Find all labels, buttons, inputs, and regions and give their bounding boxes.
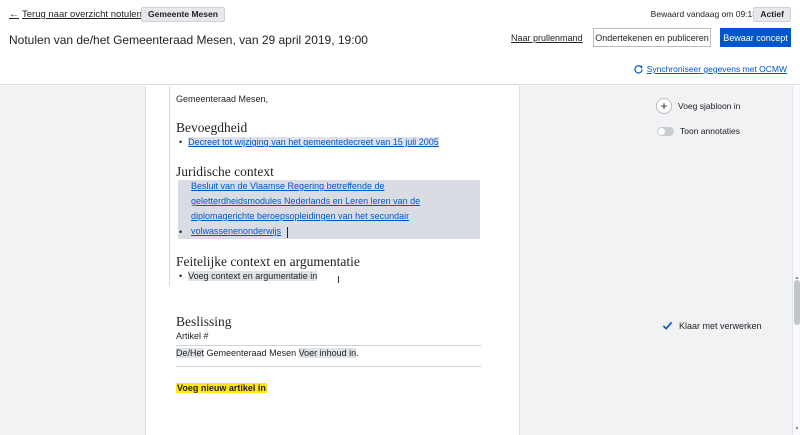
text-caret: [287, 227, 288, 238]
status-badge: Actief: [753, 7, 791, 22]
divider: [176, 345, 481, 346]
list-item: • Decreet tot wijziging van het gemeente…: [179, 137, 439, 147]
toggle-knob: [658, 127, 665, 135]
article-content-placeholder[interactable]: Voer inhoud in: [298, 348, 357, 358]
insert-template-button[interactable]: + Voeg sjabloon in: [656, 98, 740, 114]
finish-processing-button[interactable]: Klaar met verwerken: [662, 320, 762, 331]
article-council-name: Gemeenteraad Mesen: [206, 348, 297, 358]
insert-template-label: Voeg sjabloon in: [678, 101, 741, 111]
greeting-text[interactable]: Gemeenteraad Mesen,: [176, 94, 268, 104]
saved-status-text: Bewaard vandaag om 09:13: [650, 9, 757, 19]
heading-beslissing[interactable]: Beslissing: [176, 314, 232, 330]
trash-link[interactable]: Naar prullenmand: [511, 33, 583, 43]
back-link-label: Terug naar overzicht notulen: [22, 9, 142, 20]
scrollbar-thumb[interactable]: [794, 280, 800, 325]
annotations-toggle-label: Toon annotaties: [680, 126, 741, 136]
list-item: • Voeg context en argumentatie in: [179, 271, 318, 281]
sign-and-publish-button[interactable]: Ondertekenen en publiceren: [593, 28, 711, 47]
selected-legal-block[interactable]: Besluit van de Vlaamse Regering betreffe…: [178, 180, 480, 239]
bullet-icon: •: [179, 227, 183, 237]
sync-ocmw-link[interactable]: Synchroniseer gegevens met OCMW: [634, 64, 787, 74]
heading-feitelijke-context[interactable]: Feitelijke context en argumentatie: [176, 254, 360, 270]
article-subject-placeholder[interactable]: De/Het: [176, 348, 205, 358]
page-title: Notulen van de/het Gemeenteraad Mesen, v…: [9, 33, 368, 47]
legal-link-line[interactable]: Besluit van de Vlaamse Regering betreffe…: [191, 181, 384, 191]
back-to-overview-link[interactable]: ← Terug naar overzicht notulen: [9, 9, 142, 20]
legal-link-line[interactable]: geletterdheidsmodules Nederlands en Lere…: [191, 196, 420, 206]
section-rail: [169, 86, 170, 286]
scroll-down-icon[interactable]: ▼: [793, 426, 800, 432]
annotations-toggle[interactable]: Toon annotaties: [657, 126, 740, 136]
law-link-decreet[interactable]: Decreet tot wijziging van het gemeentede…: [188, 137, 439, 147]
bullet-icon: •: [179, 271, 183, 281]
bullet-icon: •: [179, 137, 183, 147]
divider: [176, 366, 481, 367]
heading-bevoegdheid[interactable]: Bevoegdheid: [176, 120, 247, 136]
finish-processing-label: Klaar met verwerken: [679, 320, 762, 331]
check-icon: [662, 321, 673, 330]
add-article-button[interactable]: Voeg nieuw artikel in: [176, 383, 267, 393]
toggle-switch[interactable]: [657, 126, 674, 136]
sync-link-label: Synchroniseer gegevens met OCMW: [646, 64, 787, 74]
legal-link-line[interactable]: volwassenenonderwijs: [191, 226, 281, 236]
legal-link-line[interactable]: diplomagerichte beroepsopleidingen van h…: [191, 211, 409, 221]
article-body[interactable]: De/Het Gemeenteraad Mesen Voer inhoud in…: [176, 348, 359, 358]
municipality-badge: Gemeente Mesen: [141, 7, 225, 22]
vertical-scrollbar[interactable]: ▲ ▼: [792, 86, 800, 435]
arrow-left-icon: ←: [9, 9, 19, 20]
ibeam-cursor-icon: I: [337, 275, 340, 286]
header-bar: ← Terug naar overzicht notulen Gemeente …: [0, 0, 800, 85]
save-draft-button[interactable]: Bewaar concept: [720, 28, 791, 47]
article-period: .: [356, 348, 359, 358]
sync-icon: [634, 64, 643, 73]
heading-juridische-context[interactable]: Juridische context: [176, 164, 274, 180]
article-label[interactable]: Artikel #: [176, 331, 209, 341]
context-placeholder[interactable]: Voeg context en argumentatie in: [188, 271, 318, 281]
editor-workspace: Gemeenteraad Mesen, Bevoegdheid • Decree…: [0, 86, 800, 435]
plus-icon: +: [656, 98, 672, 114]
document-editor[interactable]: Gemeenteraad Mesen, Bevoegdheid • Decree…: [145, 86, 520, 435]
